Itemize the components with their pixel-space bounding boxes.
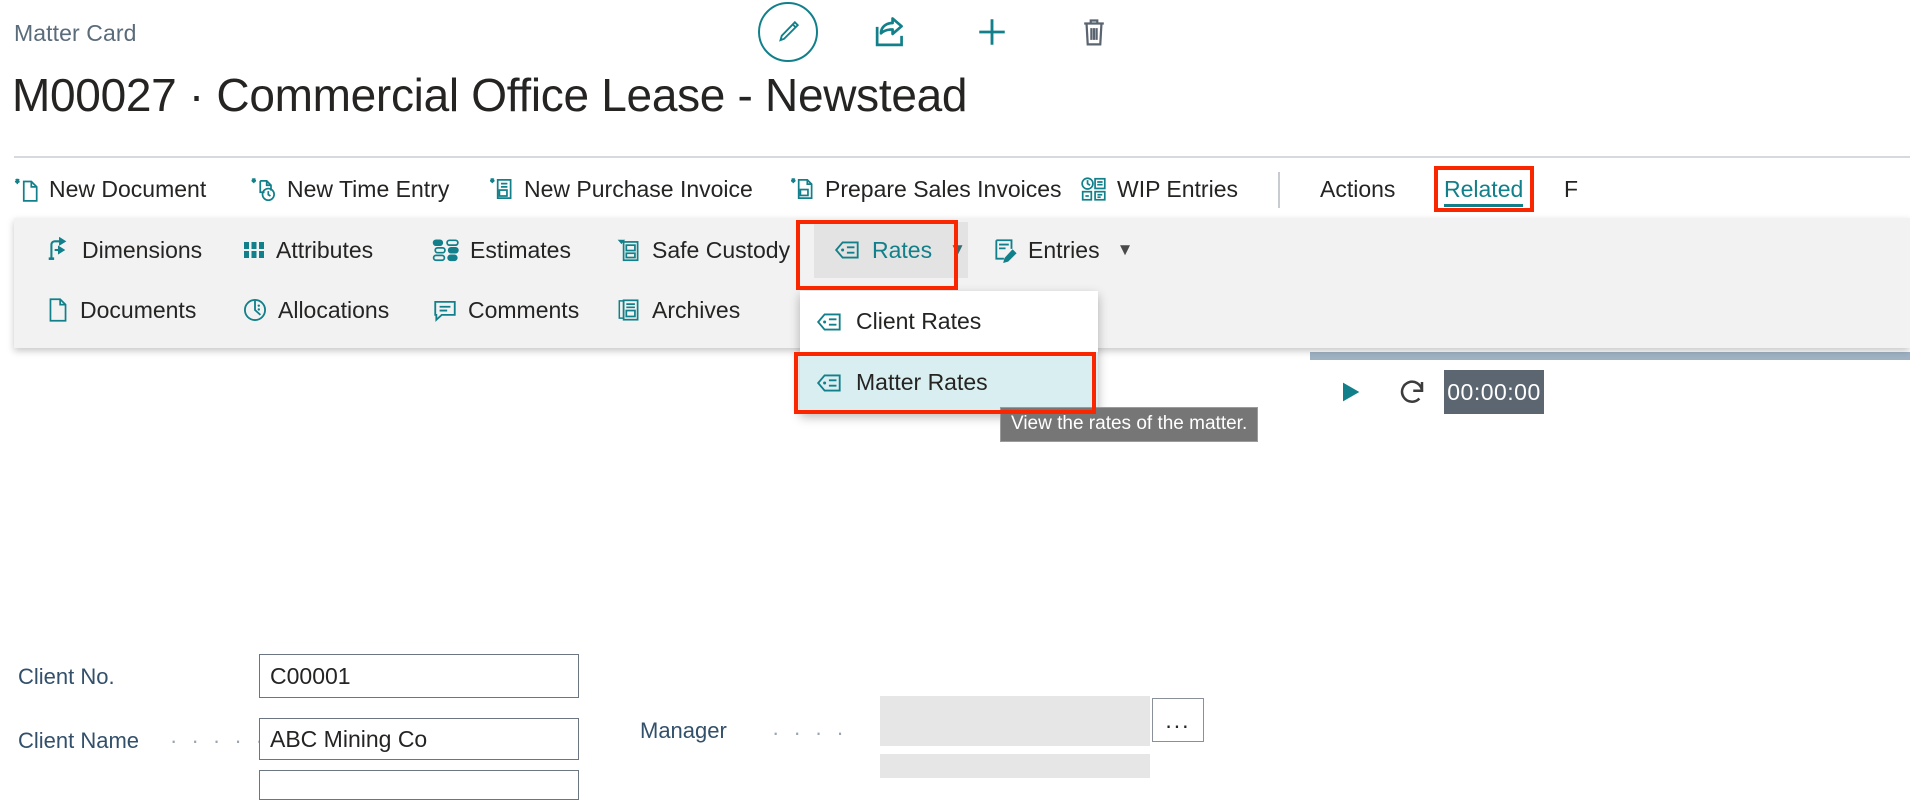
rates-submenu: Client Rates Matter Rates [800,291,1098,413]
related-item-dimensions[interactable]: Dimensions [46,222,202,278]
related-item-label: Safe Custody [652,236,791,263]
page-title: M00027 · Commercial Office Lease - Newst… [12,69,968,121]
timer-play-button[interactable] [1330,372,1370,412]
ribbon-divider [14,156,1910,158]
client-no-label: Client No. [18,664,115,689]
related-item-entries[interactable]: Entries ▼ [992,222,1133,278]
related-item-estimates[interactable]: Estimates [432,222,571,278]
ribbon-separator [1278,172,1280,208]
ribbon-menu-related[interactable]: Related [1444,164,1524,214]
related-item-label: Archives [652,296,741,323]
ribbon-new-time-entry[interactable]: New Time Entry [250,164,449,214]
ribbon-menu-actions[interactable]: Actions [1320,164,1395,214]
timer-strip [1310,352,1910,360]
submenu-item-label: Matter Rates [856,369,988,395]
pencil-icon [773,17,803,47]
top-action-bar [0,0,1910,66]
timer-refresh-button[interactable] [1392,372,1432,412]
submenu-item-client-rates[interactable]: Client Rates [800,291,1098,352]
ribbon-wip-entries[interactable]: WIP Entries [1080,164,1238,214]
delete-button[interactable] [1072,12,1116,52]
manager-dots: · · · · [772,720,848,745]
related-item-label: Comments [468,296,580,323]
rates-tag-icon [816,310,844,334]
tooltip: View the rates of the matter. [1000,407,1259,442]
dimensions-icon [46,237,72,263]
related-item-label: Estimates [470,236,571,263]
estimates-icon [432,237,460,263]
trash-icon [1078,15,1110,49]
ribbon-toolbar: New Document New Time Entry New Purchase… [0,164,1910,214]
related-item-documents[interactable]: Documents [46,282,196,338]
new-purchase-invoice-icon [489,175,515,203]
ribbon-label: New Document [49,175,207,202]
related-item-attributes[interactable]: Attributes [242,222,373,278]
archives-icon [616,296,642,324]
related-item-label: Attributes [276,236,374,263]
ribbon-new-purchase-invoice[interactable]: New Purchase Invoice [489,164,753,214]
timer-value: 00:00:00 [1444,370,1544,414]
related-item-comments[interactable]: Comments [432,282,579,338]
matter-card-page: Matter Card M00027 · Commercial Office L… [0,0,1910,800]
active-underline [1444,204,1524,207]
related-item-label: Rates [872,236,933,263]
manager-input[interactable] [880,696,1150,746]
plus-icon [974,14,1010,50]
ribbon-menu-label: F [1564,175,1579,202]
refresh-icon [1397,377,1427,407]
safe-custody-icon [616,236,642,264]
related-item-label: Documents [80,296,197,323]
rates-tag-icon [834,238,862,262]
new-button[interactable] [970,12,1014,52]
rates-tag-icon [816,371,844,395]
submenu-item-matter-rates[interactable]: Matter Rates [800,352,1098,413]
play-icon [1336,378,1364,406]
entries-icon [992,237,1018,263]
client-extra-input[interactable] [259,770,579,800]
share-button[interactable] [868,12,912,52]
ribbon-menu-label: Actions [1320,175,1396,202]
client-name-input[interactable]: ABC Mining Co [259,718,579,760]
client-no-input[interactable]: C00001 [259,654,579,698]
new-document-icon [14,175,40,203]
ribbon-label: New Purchase Invoice [524,175,753,202]
related-item-rates[interactable]: Rates ▼ [814,222,968,278]
manager-lookup-button[interactable]: ... [1152,698,1204,742]
related-item-allocations[interactable]: Allocations [242,282,389,338]
related-item-label: Dimensions [82,236,203,263]
client-name-label: Client Name [18,728,140,753]
ribbon-new-document[interactable]: New Document [14,164,206,214]
ribbon-menu-more[interactable]: F [1564,164,1578,214]
chevron-down-icon: ▼ [1116,240,1134,259]
new-time-entry-icon [250,175,278,203]
documents-icon [46,296,70,324]
manager-label: Manager [640,718,727,743]
ribbon-label: Prepare Sales Invoices [825,175,1062,202]
comments-icon [432,297,458,323]
edit-button[interactable] [758,2,818,62]
related-item-archives[interactable]: Archives [616,282,740,338]
submenu-item-label: Client Rates [856,308,982,334]
related-item-label: Entries [1028,236,1100,263]
share-icon [872,15,908,49]
prepare-sales-invoices-icon [790,175,816,203]
ribbon-prepare-sales-invoices[interactable]: Prepare Sales Invoices [790,164,1062,214]
ribbon-menu-label: Related [1444,175,1524,202]
allocations-icon [242,297,268,323]
manager-input-secondary[interactable] [880,754,1150,778]
related-item-safe-custody[interactable]: Safe Custody [616,222,790,278]
ribbon-label: WIP Entries [1117,175,1238,202]
attributes-icon [242,238,266,262]
ribbon-label: New Time Entry [287,175,450,202]
related-item-label: Allocations [278,296,390,323]
chevron-down-icon: ▼ [949,240,966,259]
wip-entries-icon [1080,176,1108,202]
